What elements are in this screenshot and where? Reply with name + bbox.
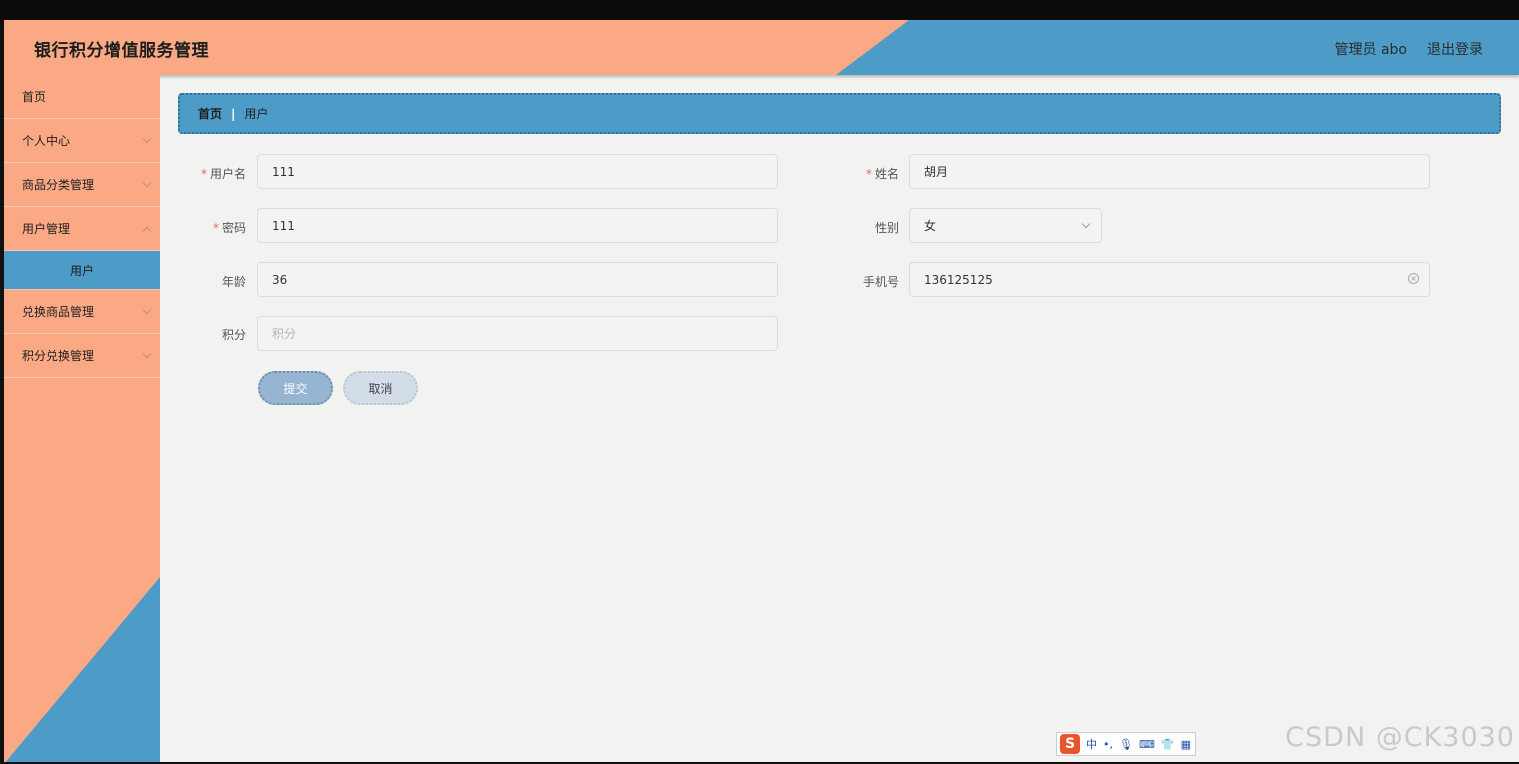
gender-label: 性别 <box>874 221 899 235</box>
toolbox-icon[interactable]: ▦ <box>1181 738 1191 751</box>
username-label: * 用户名 <box>200 167 246 181</box>
submit-button[interactable]: 提交 <box>258 371 333 405</box>
sidebar-item-category-management[interactable]: 商品分类管理 <box>4 163 160 207</box>
gender-selected-value: 女 <box>924 219 937 233</box>
sidebar-item-points-exchange-management[interactable]: 积分兑换管理 <box>4 334 160 378</box>
age-field[interactable] <box>257 262 778 297</box>
chevron-down-icon <box>142 178 152 187</box>
microphone-icon[interactable]: 🎙 <box>1119 738 1133 751</box>
breadcrumb: 首页 | 用户 <box>178 93 1501 134</box>
breadcrumb-current: 用户 <box>244 107 269 121</box>
password-field[interactable] <box>257 208 778 243</box>
clear-icon[interactable]: × <box>1408 273 1419 284</box>
ime-mode[interactable]: 中 <box>1086 736 1097 752</box>
sidebar-item-label: 用户管理 <box>22 222 71 236</box>
phone-input[interactable] <box>924 272 1415 287</box>
ime-punct[interactable]: •, <box>1103 738 1113 751</box>
app-window: 银行积分增值服务管理 管理员 abo 退出登录 首页 个人中心 商品分类管理 用… <box>4 20 1519 764</box>
password-label: * 密码 <box>212 221 246 235</box>
name-field[interactable] <box>909 154 1430 189</box>
app-title: 银行积分增值服务管理 <box>34 41 209 61</box>
window-top-bar <box>0 0 1519 20</box>
header: 银行积分增值服务管理 管理员 abo 退出登录 <box>4 20 1519 75</box>
password-input[interactable] <box>272 218 763 233</box>
username-input[interactable] <box>272 164 763 179</box>
points-label: 积分 <box>221 328 246 342</box>
points-field[interactable] <box>257 316 778 351</box>
header-orange-shape <box>4 20 909 75</box>
sidebar-item-label: 用户 <box>69 263 94 278</box>
sidebar-item-user-management[interactable]: 用户管理 <box>4 207 160 251</box>
sidebar-item-personal-center[interactable]: 个人中心 <box>4 119 160 163</box>
watermark: CSDN @CK3030 <box>1285 722 1515 753</box>
cancel-button[interactable]: 取消 <box>343 371 418 405</box>
name-input[interactable] <box>924 164 1415 179</box>
sidebar-item-home[interactable]: 首页 <box>4 75 160 119</box>
name-label: * 姓名 <box>865 167 899 181</box>
keyboard-icon[interactable]: ⌨ <box>1139 738 1155 751</box>
chevron-down-icon <box>1081 219 1091 229</box>
admin-user-label: 管理员 abo <box>1334 42 1407 58</box>
breadcrumb-separator: | <box>231 106 236 121</box>
chevron-down-icon <box>142 134 152 143</box>
sidebar-blue-triangle <box>4 577 160 764</box>
sidebar: 首页 个人中心 商品分类管理 用户管理 用户 兑换商品管理 积分兑换管理 <box>4 75 160 764</box>
required-mark: * <box>865 167 872 181</box>
gender-select[interactable]: 女 <box>909 208 1102 243</box>
chevron-up-icon <box>142 226 152 235</box>
age-input[interactable] <box>272 272 763 287</box>
breadcrumb-home[interactable]: 首页 <box>198 105 222 122</box>
chevron-down-icon <box>142 305 152 314</box>
sidebar-item-label: 首页 <box>22 90 47 104</box>
header-user-area: 管理员 abo 退出登录 <box>1335 39 1483 59</box>
skin-icon[interactable]: 👕 <box>1161 738 1175 751</box>
required-mark: * <box>212 221 219 235</box>
sogou-logo-icon: S <box>1060 734 1080 754</box>
sidebar-item-exchange-goods-management[interactable]: 兑换商品管理 <box>4 290 160 334</box>
ime-toolbar[interactable]: S 中 •, 🎙 ⌨ 👕 ▦ <box>1056 732 1196 756</box>
sidebar-subitem-user[interactable]: 用户 <box>4 251 160 290</box>
sidebar-menu: 首页 个人中心 商品分类管理 用户管理 用户 兑换商品管理 积分兑换管理 <box>4 75 160 378</box>
phone-label: 手机号 <box>862 275 899 289</box>
chevron-down-icon <box>142 349 152 358</box>
sidebar-item-label: 兑换商品管理 <box>22 305 95 319</box>
points-input[interactable] <box>272 326 763 341</box>
sidebar-item-label: 商品分类管理 <box>22 178 95 192</box>
username-field[interactable] <box>257 154 778 189</box>
age-label: 年龄 <box>221 275 246 289</box>
sidebar-item-label: 个人中心 <box>22 134 71 148</box>
phone-field[interactable]: × <box>909 262 1430 297</box>
logout-button[interactable]: 退出登录 <box>1427 39 1483 59</box>
sidebar-item-label: 积分兑换管理 <box>22 349 95 363</box>
required-mark: * <box>200 167 207 181</box>
